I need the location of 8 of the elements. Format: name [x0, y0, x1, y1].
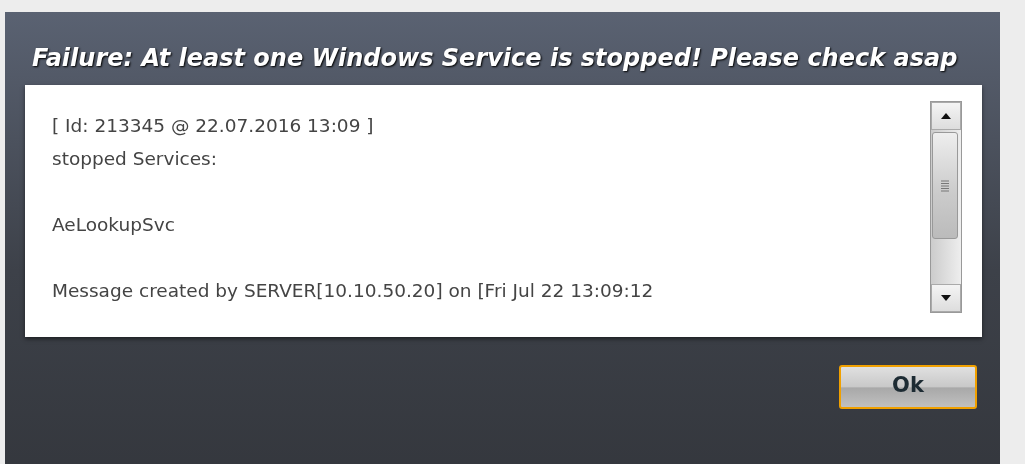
- scrollbar[interactable]: [930, 101, 962, 313]
- message-line: AeLookupSvc: [52, 213, 176, 237]
- message-line: stopped Services:: [52, 147, 218, 171]
- dialog-title: Failure: At least one Windows Service is stopped! Please check asap: [31, 43, 959, 74]
- ok-button[interactable]: Ok: [839, 365, 977, 409]
- message-line: [ Id: 213345 @ 22.07.2016 13:09 ]: [52, 114, 375, 138]
- message-line: Message created by SERVER[10.10.50.20] on [Fri Jul 22 13:09:12: [52, 279, 655, 303]
- scroll-thumb[interactable]: [932, 132, 958, 239]
